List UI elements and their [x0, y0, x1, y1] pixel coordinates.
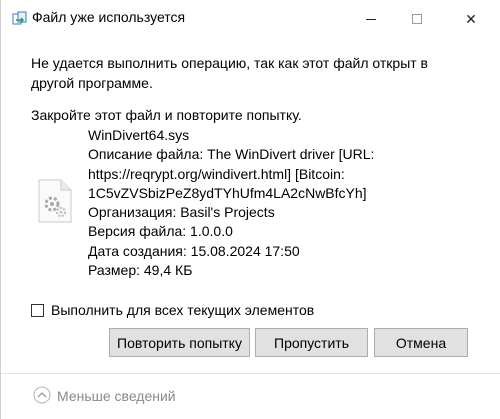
retry-button[interactable]: Повторить попытку [109, 328, 250, 357]
close-button[interactable]: ✕ [448, 0, 494, 38]
close-icon: ✕ [465, 10, 477, 27]
apply-to-all-label[interactable]: Выполнить для всех текущих элементов [51, 302, 314, 318]
file-description-line: Описание файла: The WinDivert driver [UR… [88, 146, 375, 163]
chevron-up-circle-icon[interactable] [33, 386, 51, 404]
cancel-button[interactable]: Отмена [374, 328, 468, 357]
apply-to-all-checkbox-row[interactable]: Выполнить для всех текущих элементов [31, 301, 314, 319]
file-version: Версия файла: 1.0.0.0 [88, 223, 233, 240]
file-name: WinDivert64.sys [88, 127, 190, 143]
skip-button[interactable]: Пропустить [255, 328, 368, 357]
less-details-link[interactable]: Меньше сведений [57, 388, 176, 404]
window-title: Файл уже используется [32, 9, 186, 25]
footer: Меньше сведений [1, 373, 500, 419]
maximize-button [394, 0, 440, 38]
file-size: Размер: 49,4 КБ [88, 262, 193, 279]
file-description-line: 1C5vZVSbizPeZ8ydTYhUfm4LA2cNwBfcYh] [88, 184, 367, 201]
error-message: Не удается выполнить операцию, так как э… [31, 55, 428, 91]
file-date-created: Дата создания: 15.08.2024 17:50 [88, 242, 300, 259]
file-copy-icon [12, 11, 27, 25]
minimize-button[interactable] [348, 0, 394, 38]
file-in-use-dialog: Файл уже используется ✕ Не удается выпол… [0, 0, 500, 419]
title-bar[interactable]: Файл уже используется ✕ [1, 0, 500, 38]
instruction-message: Закройте этот файл и повторите попытку. [31, 107, 302, 123]
file-details: WinDivert64.sys Описание файла: The WinD… [88, 126, 468, 280]
minimize-icon [366, 18, 376, 20]
file-company: Организация: Basil's Projects [88, 204, 275, 221]
maximize-icon [412, 14, 422, 24]
file-description-line: https://reqrypt.org/windivert.html] [Bit… [88, 165, 345, 182]
settings-file-icon [38, 179, 72, 223]
apply-to-all-checkbox[interactable] [31, 303, 44, 317]
